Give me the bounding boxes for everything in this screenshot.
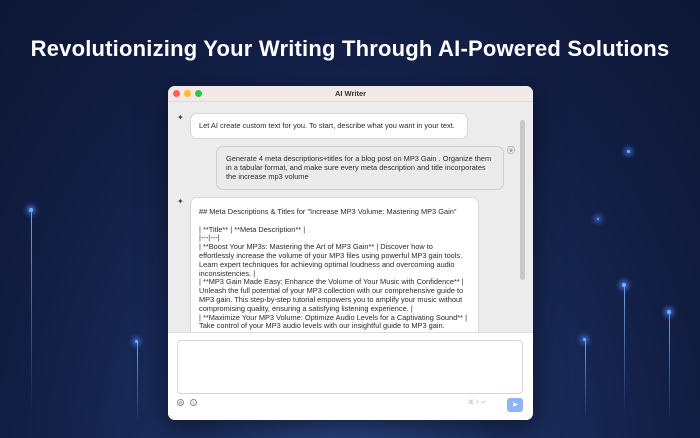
message-text: Let AI create custom text for you. To st… [199,121,455,130]
message-line: | **Maximize Your MP3 Volume: Optimize A… [199,312,467,331]
message-text: Generate 4 meta descriptions+titles for … [226,154,492,181]
sparkle-icon: ✦ [177,113,184,122]
sparkle-icon: ✦ [177,197,184,206]
user-avatar-icon: ⓤ [507,146,515,155]
message-line: | **MP3 Gain Made Easy: Enhance the Volu… [199,277,464,313]
input-panel: ⚙ ≡ ⌘ + ↩ ➤ [168,332,533,420]
send-shortcut-hint: ⌘ + ↩ [468,400,486,406]
close-button[interactable] [173,90,180,97]
assistant-message: ## Meta Descriptions & Titles for "Incre… [190,197,479,332]
app-window: AI Writer ✦ Let AI create custom text fo… [168,86,533,420]
message-line: ## Meta Descriptions & Titles for "Incre… [199,207,457,216]
message-line: | **Title** | **Meta Description** | [199,224,306,234]
assistant-message: Let AI create custom text for you. To st… [190,113,468,139]
title-bar: AI Writer [168,86,533,102]
message-line: | **Boost Your MP3s: Mastering the Art o… [199,242,463,278]
zoom-button[interactable] [195,90,202,97]
scrollbar[interactable] [520,120,525,280]
settings-icon[interactable]: ⚙ [177,399,184,406]
headline: Revolutionizing Your Writing Through AI-… [30,36,670,61]
minimize-button[interactable] [184,90,191,97]
window-title: AI Writer [334,89,367,98]
send-button[interactable]: ➤ [507,398,523,412]
paper-plane-icon: ➤ [511,400,519,409]
history-icon[interactable]: ≡ [190,399,197,406]
user-message: Generate 4 meta descriptions+titles for … [216,146,504,190]
prompt-input[interactable] [177,340,523,394]
chat-area: ✦ Let AI create custom text for you. To … [168,102,526,332]
